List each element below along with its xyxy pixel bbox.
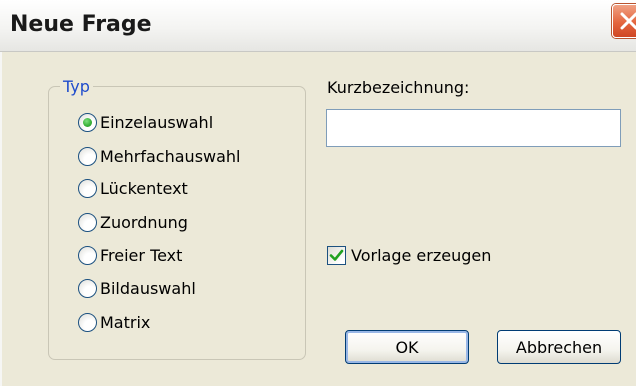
radio-label: Lückentext (100, 178, 188, 198)
typ-group-legend: Typ (60, 77, 93, 96)
ok-button[interactable]: OK (345, 330, 469, 364)
radio-button-icon[interactable] (78, 245, 97, 265)
window-frame-edge (0, 52, 2, 386)
radio-label: Zuordnung (100, 212, 188, 232)
radio-label: Mehrfachauswahl (100, 146, 241, 166)
radio-button-icon[interactable] (78, 312, 97, 332)
radio-button-icon[interactable] (78, 146, 97, 166)
checkbox-box[interactable] (327, 245, 346, 265)
radio-button-icon[interactable] (78, 178, 97, 198)
close-button[interactable] (612, 4, 636, 38)
radio-matrix[interactable]: Matrix (78, 311, 150, 333)
radio-button-icon[interactable] (78, 212, 97, 232)
dialog-title: Neue Frage (10, 12, 152, 37)
radio-label: Einzelauswahl (100, 112, 214, 132)
cancel-button[interactable]: Abbrechen (497, 330, 621, 364)
radio-label: Bildauswahl (100, 278, 196, 298)
vorlage-erzeugen-checkbox[interactable]: Vorlage erzeugen (327, 243, 491, 267)
kurzbezeichnung-label: Kurzbezeichnung: (327, 78, 470, 97)
radio-mehrfachauswahl[interactable]: Mehrfachauswahl (78, 145, 241, 167)
radio-button-icon[interactable] (78, 112, 97, 132)
radio-label: Freier Text (100, 245, 183, 265)
kurzbezeichnung-input[interactable] (326, 109, 621, 147)
radio-zuordnung[interactable]: Zuordnung (78, 211, 188, 233)
radio-lueckentext[interactable]: Lückentext (78, 177, 188, 199)
radio-einzelauswahl[interactable]: Einzelauswahl (78, 111, 213, 133)
radio-freier-text[interactable]: Freier Text (78, 244, 182, 266)
title-bar: Neue Frage (0, 0, 636, 52)
radio-button-icon[interactable] (78, 278, 97, 298)
radio-label: Matrix (100, 312, 151, 332)
radio-bildauswahl[interactable]: Bildauswahl (78, 277, 196, 299)
vorlage-erzeugen-label: Vorlage erzeugen (351, 245, 492, 265)
